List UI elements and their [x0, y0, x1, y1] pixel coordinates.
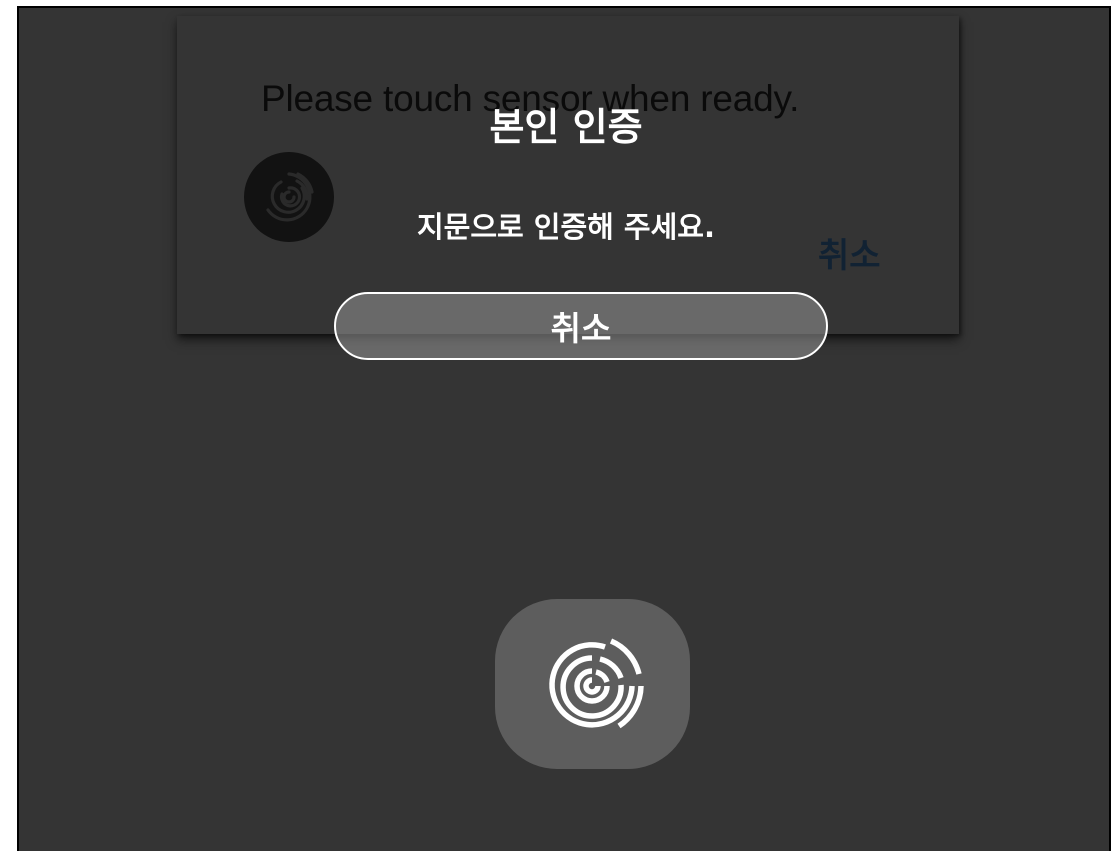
background-dialog: Please touch sensor when ready. 취소	[177, 16, 959, 334]
auth-subtitle: 지문으로 인증해 주세요.	[416, 210, 715, 244]
fingerprint-sensor[interactable]	[495, 599, 690, 769]
device-screen: Please touch sensor when ready. 취소 본인 인증…	[17, 6, 1111, 851]
auth-title: 본인 인증	[489, 105, 643, 149]
fingerprint-icon	[549, 638, 644, 729]
cancel-button[interactable]: 취소	[334, 292, 828, 360]
window-frame: Please touch sensor when ready. 취소 본인 인증…	[0, 0, 1119, 851]
